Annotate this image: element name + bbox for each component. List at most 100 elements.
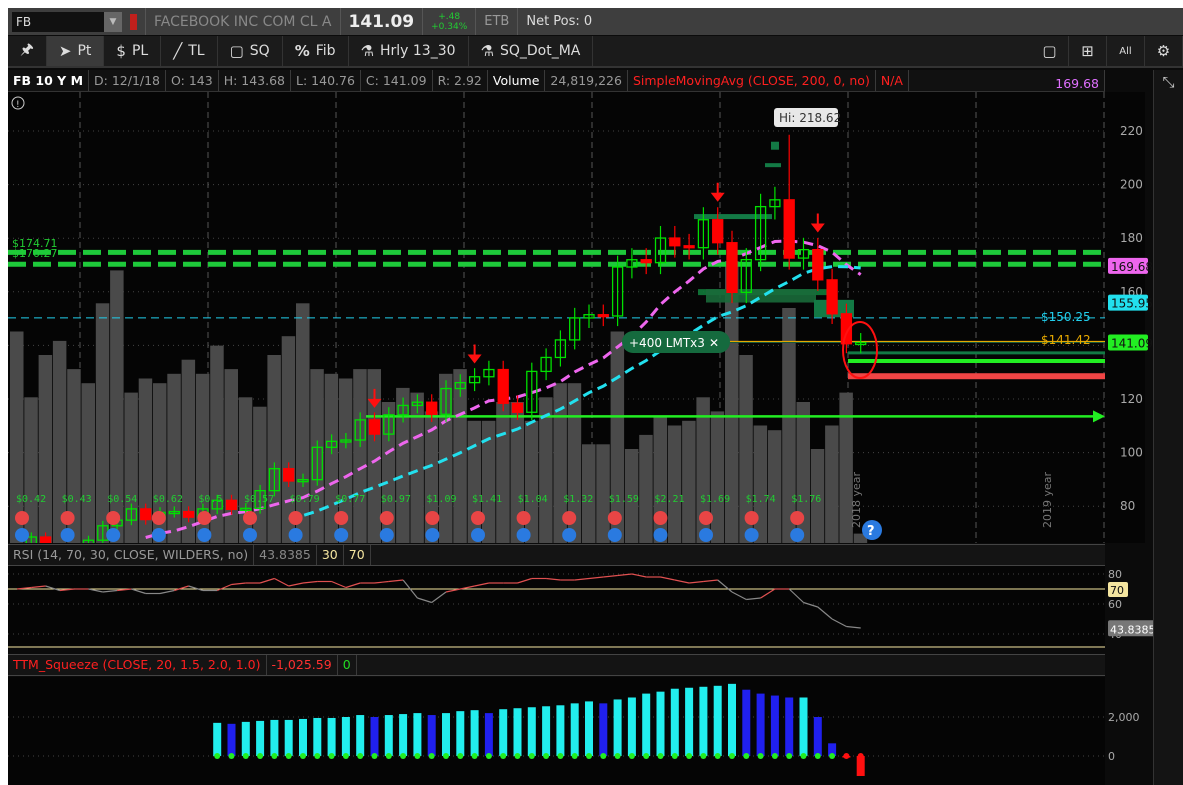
earnings-bulb-icon xyxy=(790,528,805,542)
year-label: 2018 year xyxy=(850,471,863,528)
price-tick: 220 xyxy=(1120,124,1143,138)
squeeze-dot xyxy=(757,753,764,759)
earnings-phone-icon xyxy=(379,511,394,525)
dividend-label: $0.42 xyxy=(16,494,46,505)
earnings-phone-icon xyxy=(562,511,577,525)
earnings-bulb-icon xyxy=(607,528,622,542)
ttm-histogram-bar xyxy=(627,697,636,756)
price-tick: 120 xyxy=(1120,392,1143,406)
ttm-histogram-bar xyxy=(384,715,393,756)
squeeze-dot xyxy=(829,753,836,759)
squeeze-dot xyxy=(786,753,793,759)
earnings-bulb-icon xyxy=(197,528,212,542)
rsi-badge-text: 43.8385 xyxy=(1110,623,1153,636)
ttm-histogram-bar xyxy=(470,710,479,756)
ttm-histogram-bar xyxy=(613,699,622,756)
ttm-histogram-bar xyxy=(213,722,222,756)
ttm-histogram-bar xyxy=(484,713,493,756)
volume-bar xyxy=(81,383,95,543)
dividend-label: $0.5 xyxy=(198,494,222,505)
ttm-histogram-bar xyxy=(813,717,822,756)
ttm-histogram-bar xyxy=(770,695,779,756)
dividend-label: $0.54 xyxy=(107,494,137,505)
dividend-label: $0.62 xyxy=(153,494,183,505)
dividend-label: $0.57 xyxy=(244,494,274,505)
chart-window: FB ▼ FACEBOOK INC COM CL A 141.09 +.48 +0.… xyxy=(8,8,1183,785)
volume-bar xyxy=(95,303,110,543)
earnings-bulb-icon xyxy=(516,528,531,542)
rsi-tick: 60 xyxy=(1108,598,1122,611)
price-tick: 80 xyxy=(1120,499,1135,513)
ttm-histogram-bar xyxy=(327,717,336,756)
squeeze-dot xyxy=(814,753,821,759)
close-order-icon[interactable]: ✕ xyxy=(709,336,719,350)
earnings-bulb-icon xyxy=(243,528,257,542)
earnings-bulb-icon xyxy=(288,528,303,542)
squeeze-dot xyxy=(557,753,564,759)
volume-bar xyxy=(682,420,696,543)
squeeze-dot xyxy=(271,753,278,759)
rsi-badge-text: 70 xyxy=(1110,584,1124,597)
candle-down xyxy=(669,237,681,247)
volume-bar xyxy=(353,369,367,543)
dividend-label: $1.09 xyxy=(426,494,456,505)
earnings-phone-icon xyxy=(15,511,29,525)
candle-down xyxy=(640,259,652,264)
volume-bar xyxy=(767,430,782,543)
ttm-histogram-bar xyxy=(370,717,379,756)
ttm-histogram-bar xyxy=(542,706,551,756)
volume-bar xyxy=(267,355,281,543)
earnings-phone-icon xyxy=(288,511,303,525)
earnings-phone-icon xyxy=(744,511,759,525)
candle-down xyxy=(182,510,195,518)
ttm-histogram-bar xyxy=(556,705,565,756)
candle-down xyxy=(683,245,695,249)
squeeze-dot xyxy=(400,753,407,759)
ttm-histogram-bar xyxy=(499,709,508,756)
squeeze-dot xyxy=(500,753,507,759)
earnings-phone-icon xyxy=(607,511,622,525)
candle-down xyxy=(426,401,438,415)
dividend-label: $1.74 xyxy=(746,494,776,505)
candle-down xyxy=(55,559,65,561)
earnings-bulb-icon xyxy=(151,528,166,542)
candle-down xyxy=(39,536,52,543)
earnings-phone-icon xyxy=(516,511,531,525)
ttm-histogram-bar xyxy=(256,720,265,756)
ttm-histogram-bar xyxy=(456,711,465,756)
gear-icon: ⚙ xyxy=(1156,42,1171,60)
level-label-150: $150.25 xyxy=(1041,310,1091,324)
expand-collapse-icon[interactable]: ⤡ xyxy=(1154,73,1183,91)
ttm-histogram-bar xyxy=(713,685,722,756)
demand-zone-box xyxy=(706,289,816,303)
squeeze-dot xyxy=(614,753,621,759)
price-badge-text: 169.68 xyxy=(1111,260,1153,274)
price-badge-text: 155.95 xyxy=(1111,297,1153,311)
zone-marker xyxy=(771,141,779,150)
squeeze-dot xyxy=(586,753,592,759)
squeeze-dot xyxy=(357,753,364,759)
squeeze-dot xyxy=(485,753,492,759)
chart-canvas[interactable]: $0.42 $0.43 $0.54 $0.62 $0.5 $0.57 $0.79 $0.77 $… xyxy=(8,8,1153,785)
ttm-histogram-bar xyxy=(699,686,708,756)
earnings-phone-icon xyxy=(243,511,257,525)
earnings-bulb-icon xyxy=(15,528,29,542)
squeeze-dot xyxy=(800,753,807,759)
earnings-bulb-icon xyxy=(744,528,759,542)
ttm-tick: 2,000 xyxy=(1108,711,1140,724)
earnings-bulb-icon xyxy=(379,528,394,542)
earnings-phone-icon xyxy=(699,511,713,525)
volume-bar xyxy=(782,308,796,543)
volume-bar xyxy=(296,303,310,543)
candle-up xyxy=(69,551,79,560)
squeeze-dot xyxy=(214,753,221,759)
help-icon-glyph: ? xyxy=(867,524,875,539)
ttm-histogram-bar xyxy=(341,717,350,756)
level-label-141: $141.42 xyxy=(1041,333,1091,347)
squeeze-dot xyxy=(771,753,778,759)
squeeze-dot xyxy=(257,753,264,759)
squeeze-dot xyxy=(628,753,635,759)
squeeze-dot xyxy=(714,753,721,759)
ttm-histogram-bar xyxy=(270,719,279,756)
squeeze-dot xyxy=(342,753,349,759)
